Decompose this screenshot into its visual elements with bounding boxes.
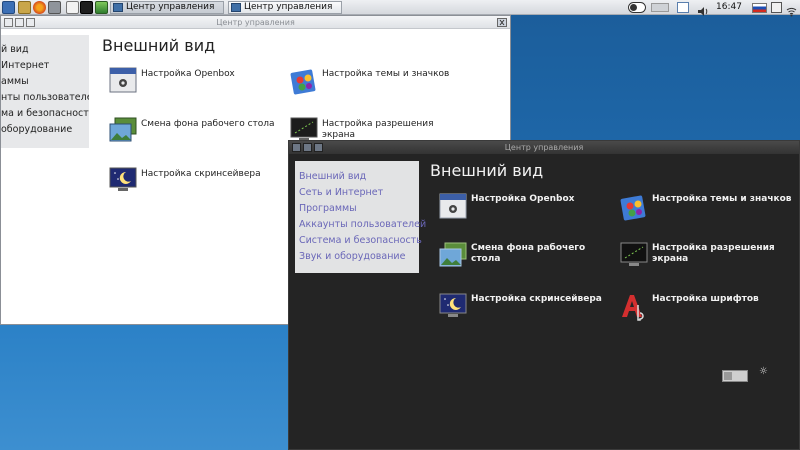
app-item-openbox[interactable]: Настройка Openbox <box>439 193 609 221</box>
sidebar-item-programs[interactable]: Программы <box>299 203 357 214</box>
wifi-icon[interactable] <box>786 2 797 17</box>
image-viewer-icon[interactable] <box>95 1 108 14</box>
window-title: Центр управления <box>504 143 584 152</box>
window-menu-button[interactable] <box>4 18 13 27</box>
sidebar: Внешний вид Сеть и Интернет Программы Ак… <box>295 161 426 273</box>
editor-icon[interactable] <box>66 1 79 14</box>
sidebar-item-security[interactable]: ма и безопасность <box>1 108 89 119</box>
openbox-icon <box>109 67 137 93</box>
window-minimize-button[interactable] <box>15 18 24 27</box>
fonts-icon <box>622 295 644 321</box>
clock[interactable]: 16:47 <box>716 1 742 14</box>
app-label: Настройка Openbox <box>141 69 235 79</box>
sidebar: й вид Интернет аммы нты пользователей ма… <box>1 35 89 148</box>
app-label: Смена фона рабочего стола <box>471 243 586 264</box>
window-menu-button[interactable] <box>292 143 301 152</box>
window-titlebar[interactable]: Центр управления <box>289 141 799 154</box>
app-label: Настройка скринсейвера <box>471 294 602 304</box>
window-icon[interactable] <box>677 2 689 13</box>
window-minimize-button[interactable] <box>303 143 312 152</box>
page-title: Внешний вид <box>430 161 544 180</box>
app-item-wallpaper[interactable]: Смена фона рабочего стола <box>109 117 279 145</box>
theme-icon <box>290 69 316 95</box>
window-titlebar[interactable]: Центр управления <box>1 16 510 29</box>
battery-icon <box>651 3 669 12</box>
gear-icon[interactable]: ☼ <box>759 366 768 377</box>
wallpaper-icon <box>439 242 467 267</box>
sidebar-item-accounts[interactable]: Аккаунты пользователей <box>299 219 426 230</box>
app-item-screensaver[interactable]: Настройка скринсейвера <box>109 167 279 195</box>
theme-icon <box>620 195 646 221</box>
window-close-icon[interactable] <box>497 18 507 27</box>
sidebar-item-security[interactable]: Система и безопасность <box>299 235 422 246</box>
wallpaper-icon <box>109 117 137 142</box>
firefox-icon[interactable] <box>33 1 46 14</box>
sidebar-item-sound[interactable]: Звук и оборудование <box>299 251 405 262</box>
page-title: Внешний вид <box>102 36 216 55</box>
volume-icon[interactable] <box>697 2 709 16</box>
language-flag-icon[interactable] <box>752 3 767 13</box>
app-label: Настройка шрифтов <box>652 294 759 304</box>
toggle-knob <box>724 372 732 380</box>
display-icon <box>620 242 648 266</box>
app-item-fonts[interactable]: Настройка шрифтов <box>620 293 790 323</box>
sidebar-item-appearance[interactable]: Внешний вид <box>299 171 366 182</box>
sidebar-item-network[interactable]: Сеть и Интернет <box>299 187 383 198</box>
window-title: Центр управления <box>216 18 295 27</box>
toggle-switch[interactable] <box>722 370 748 382</box>
openbox-icon <box>439 193 467 219</box>
terminal-icon[interactable] <box>80 1 93 14</box>
control-center-window-dark: Центр управления Внешний вид Сеть и Инте… <box>288 140 800 450</box>
control-center-icon <box>231 3 241 12</box>
app-item-screensaver[interactable]: Настройка скринсейвера <box>439 293 609 321</box>
window-maximize-button[interactable] <box>26 18 35 27</box>
app-item-wallpaper[interactable]: Смена фона рабочего стола <box>439 242 609 270</box>
settings-icon[interactable] <box>48 1 61 14</box>
taskbar-task-label: Центр управления <box>244 2 333 12</box>
sidebar-item-network[interactable]: Интернет <box>1 60 49 71</box>
app-label: Настройка скринсейвера <box>141 169 261 179</box>
app-label: Настройка разрешения экрана <box>652 243 775 264</box>
keyboard-layout-icon[interactable] <box>771 2 782 13</box>
files-icon[interactable] <box>18 1 31 14</box>
switch-icon[interactable] <box>628 2 646 13</box>
app-item-theme[interactable]: Настройка темы и значков <box>290 67 500 95</box>
app-item-theme[interactable]: Настройка темы и значков <box>620 193 798 221</box>
screensaver-icon <box>439 293 467 317</box>
control-center-icon <box>113 3 123 12</box>
app-label: Смена фона рабочего стола <box>141 119 275 129</box>
app-item-display[interactable]: Настройка разрешения экрана <box>620 242 798 270</box>
sidebar-item-programs[interactable]: аммы <box>1 76 29 87</box>
app-label: Настройка Openbox <box>471 194 575 204</box>
taskbar: Центр управления Центр управления 16:47 <box>0 0 800 17</box>
taskbar-task-control-center-2[interactable]: Центр управления <box>228 1 342 14</box>
screensaver-icon <box>109 167 137 191</box>
taskbar-task-label: Центр управления <box>126 2 215 12</box>
app-label: Настройка разрешения экрана <box>322 119 434 140</box>
app-item-openbox[interactable]: Настройка Openbox <box>109 67 279 95</box>
app-label: Настройка темы и значков <box>322 69 450 79</box>
app-label: Настройка темы и значков <box>652 194 792 204</box>
taskbar-task-control-center[interactable]: Центр управления <box>110 1 224 14</box>
window-maximize-button[interactable] <box>314 143 323 152</box>
sidebar-item-appearance[interactable]: й вид <box>1 44 29 55</box>
apps-menu-icon[interactable] <box>2 1 15 14</box>
sidebar-item-sound[interactable]: оборудование <box>1 124 72 135</box>
sidebar-item-accounts[interactable]: нты пользователей <box>1 92 89 103</box>
